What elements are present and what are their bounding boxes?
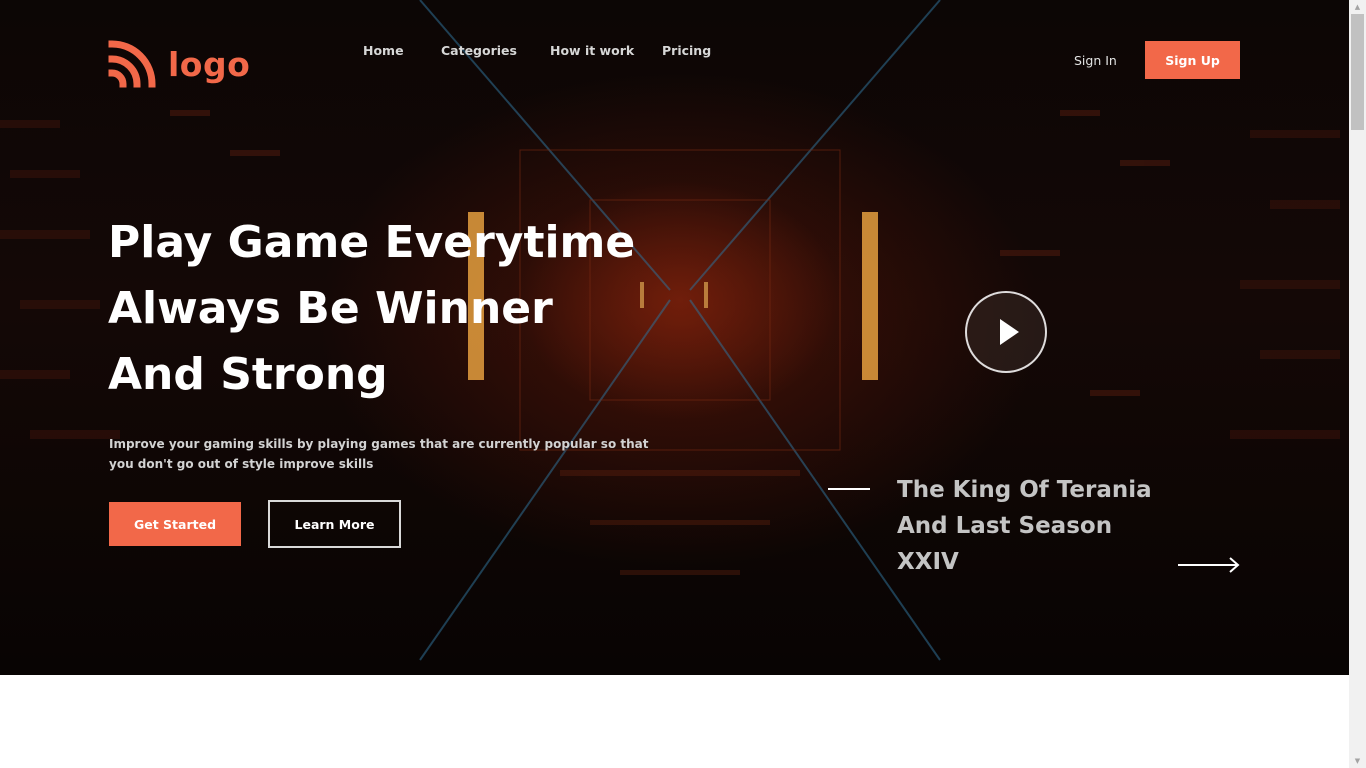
nav-how-it-work[interactable]: How it work (550, 43, 634, 58)
logo-text: logo (168, 44, 251, 84)
hero-description: Improve your gaming skills by playing ga… (109, 437, 649, 471)
nav-home[interactable]: Home (363, 43, 404, 58)
headline-line-2: Always Be Winner (108, 283, 553, 334)
hero-headline: Play Game Everytime Always Be Winner And… (108, 210, 635, 408)
scroll-down-icon[interactable]: ▼ (1349, 754, 1366, 768)
get-started-button[interactable]: Get Started (109, 502, 241, 546)
scroll-thumb[interactable] (1351, 14, 1364, 130)
learn-more-button[interactable]: Learn More (268, 500, 401, 548)
scroll-up-icon[interactable]: ▲ (1349, 0, 1366, 14)
feature-title-line-1: The King Of Terania (897, 477, 1152, 503)
sign-up-button[interactable]: Sign Up (1145, 41, 1240, 79)
logo[interactable]: logo (108, 40, 250, 88)
scrollbar[interactable]: ▲ ▼ (1349, 0, 1366, 768)
nav-categories[interactable]: Categories (441, 43, 517, 58)
headline-line-3: And Strong (108, 349, 388, 400)
feature-title-line-3: XXIV (897, 549, 959, 575)
feature-divider (828, 488, 870, 490)
feature-title: The King Of Terania And Last Season XXIV (897, 472, 1152, 580)
nav-pricing[interactable]: Pricing (662, 43, 711, 58)
headline-line-1: Play Game Everytime (108, 217, 636, 268)
rss-style-arcs-icon (108, 40, 156, 88)
play-icon (1000, 319, 1019, 345)
arrow-right-icon[interactable] (1177, 555, 1241, 575)
feature-title-line-2: And Last Season (897, 513, 1113, 539)
hero-section: logo Home Categories How it work Pricing… (0, 0, 1349, 675)
sign-in-link[interactable]: Sign In (1074, 53, 1117, 68)
play-video-button[interactable] (965, 291, 1047, 373)
